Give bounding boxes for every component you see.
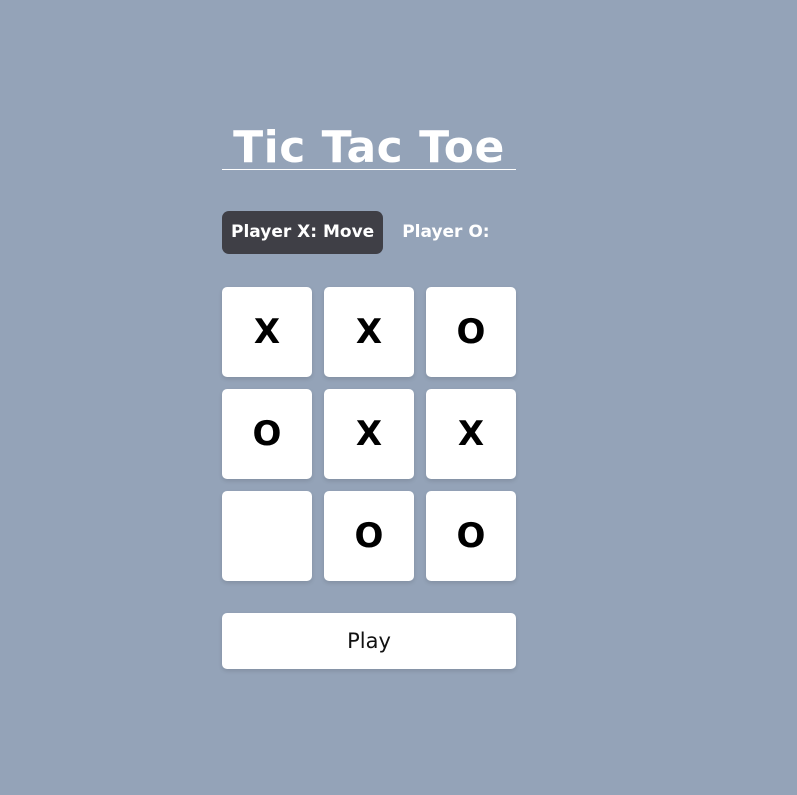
board-cell-5[interactable]: X	[324, 389, 414, 479]
player-o-label: Player O:	[402, 222, 490, 242]
board-cell-4[interactable]: O	[222, 389, 312, 479]
board-cell-7[interactable]	[222, 491, 312, 581]
board-cell-9[interactable]: O	[426, 491, 516, 581]
game-board: X X O O X X O O	[222, 287, 516, 581]
game-container: Tic Tac Toe Player X: Move Player O: X X…	[222, 118, 516, 669]
player-indicators: Player X: Move Player O:	[222, 211, 516, 254]
board-cell-6[interactable]: X	[426, 389, 516, 479]
board-cell-1[interactable]: X	[222, 287, 312, 377]
board-cell-3[interactable]: O	[426, 287, 516, 377]
player-x-status: Move	[322, 222, 375, 242]
player-o-indicator: Player O:	[393, 211, 498, 254]
page-title: Tic Tac Toe	[222, 118, 516, 170]
board-cell-2[interactable]: X	[324, 287, 414, 377]
player-x-label: Player X:	[231, 222, 318, 242]
player-x-indicator: Player X: Move	[222, 211, 384, 254]
play-button[interactable]: Play	[222, 613, 516, 669]
board-cell-8[interactable]: O	[324, 491, 414, 581]
